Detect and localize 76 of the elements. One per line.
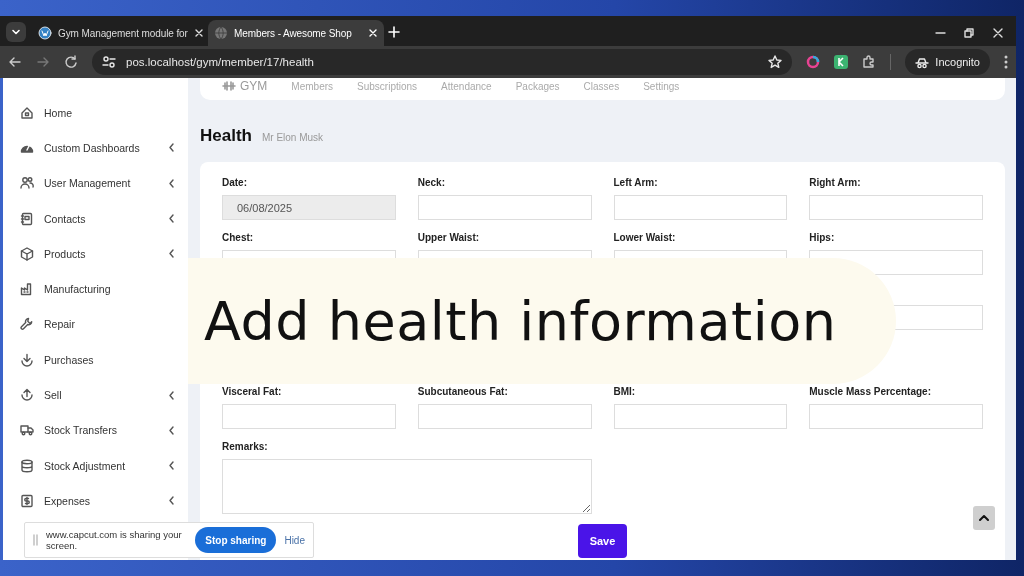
sidebar-item[interactable]: Stock Adjustment <box>3 447 188 484</box>
sidebar-item[interactable]: Manufacturing <box>3 271 188 307</box>
sidebar-item[interactable]: Expenses <box>3 483 188 519</box>
sidebar-item[interactable]: Contacts <box>3 200 188 237</box>
field-label: Upper Waist: <box>417 231 481 245</box>
page-title: Health <box>200 126 252 146</box>
field-label: Neck: <box>417 176 446 190</box>
cube-icon <box>20 246 34 261</box>
site-settings-icon[interactable] <box>102 55 116 69</box>
users-icon <box>20 176 34 191</box>
field-label: Muscle Mass Percentage: <box>809 385 932 399</box>
more-icon[interactable] <box>1004 55 1008 69</box>
scroll-top-button[interactable] <box>973 506 995 530</box>
new-tab-icon[interactable] <box>388 26 400 38</box>
house-icon <box>20 105 34 120</box>
factory-icon <box>20 282 34 297</box>
sidebar-item[interactable]: Repair <box>3 306 188 343</box>
input-field[interactable] <box>417 195 592 220</box>
input-field[interactable] <box>613 404 788 429</box>
stop-sharing-button[interactable]: Stop sharing <box>195 527 277 553</box>
save-button[interactable]: Save <box>577 524 628 558</box>
drag-handle-icon <box>33 534 38 546</box>
wordpress-icon <box>38 26 52 40</box>
field-label: Chest: <box>222 231 255 245</box>
chevron-up-icon <box>979 514 989 522</box>
field-label: Visceral Fat: <box>222 385 283 399</box>
page-subtitle: Mr Elon Musk <box>261 132 324 143</box>
field-label: Left Arm: <box>613 176 659 190</box>
database-icon <box>20 458 34 473</box>
field-label: Hips: <box>809 231 836 245</box>
incognito-icon <box>915 55 930 69</box>
download-icon <box>20 352 34 367</box>
browser-tab[interactable]: Members - Awesome Shop <box>208 20 384 46</box>
reload-icon[interactable] <box>64 55 78 69</box>
input-field[interactable] <box>417 404 592 429</box>
ring-extension-icon[interactable] <box>806 55 821 69</box>
field-label: Right Arm: <box>809 176 862 190</box>
hide-link[interactable]: Hide <box>284 534 305 546</box>
sidebar-item[interactable]: Sell <box>3 377 188 413</box>
wrench-icon <box>20 317 34 332</box>
sidebar-item[interactable]: Purchases <box>3 342 188 378</box>
input-field[interactable] <box>222 404 396 429</box>
field-label: Lower Waist: <box>613 231 677 245</box>
sidebar-item[interactable]: Custom Dashboards <box>3 130 188 166</box>
share-message: www.capcut.com is sharing your screen. <box>46 529 183 551</box>
sidebar-item[interactable]: Home <box>3 95 188 131</box>
field-label: Remarks: <box>222 440 269 454</box>
sidebar-item[interactable]: Products <box>3 236 188 272</box>
close-icon[interactable] <box>193 28 204 38</box>
chevron-down-icon[interactable] <box>11 27 21 37</box>
dumbbell-icon <box>222 80 236 92</box>
dollar-receipt-icon <box>20 493 34 508</box>
restore-icon[interactable] <box>964 28 975 38</box>
field-label: Date: <box>222 176 248 190</box>
back-icon[interactable] <box>8 55 22 69</box>
close-icon[interactable] <box>993 28 1004 38</box>
sidebar-item[interactable]: Stock Transfers <box>3 412 188 448</box>
k-extension-icon[interactable] <box>834 55 849 69</box>
forward-icon[interactable] <box>36 55 50 69</box>
field-label: Subcutaneous Fat: <box>417 385 509 399</box>
address-bar[interactable]: pos.localhost/gym/member/17/health <box>92 49 793 75</box>
brand-name: GYM <box>240 80 268 92</box>
input-field[interactable] <box>613 195 788 220</box>
truck-icon <box>20 423 34 438</box>
caption-overlay: Add health information <box>188 258 896 384</box>
contact-card-icon <box>20 211 34 226</box>
globe-icon <box>214 26 228 40</box>
input-field[interactable] <box>809 404 983 429</box>
upload-icon <box>20 388 34 402</box>
incognito-button[interactable]: Incognito <box>905 49 990 75</box>
puzzle-icon[interactable] <box>862 55 877 69</box>
sidebar-item[interactable]: User Management <box>3 165 188 201</box>
star-icon[interactable] <box>768 55 783 69</box>
browser-tab[interactable]: Gym Management module for <box>32 20 208 46</box>
field-label: BMI: <box>613 385 637 399</box>
input-field[interactable] <box>809 195 983 220</box>
